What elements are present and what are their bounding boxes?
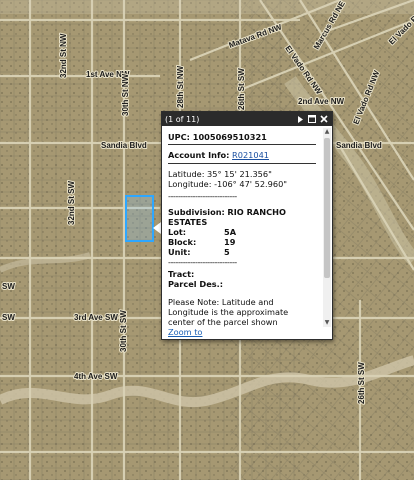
next-icon[interactable] (295, 114, 305, 124)
maximize-icon[interactable] (307, 114, 317, 124)
road-label-26th-st-nw: 26th St SW (237, 68, 246, 110)
upc-text: UPC: 1005069510321 (168, 132, 267, 142)
note-text: Please Note: Latitude and Longitude is t… (168, 297, 289, 327)
block-value: 19 (224, 237, 236, 247)
divider (168, 144, 316, 145)
scroll-down-icon[interactable]: ▼ (323, 319, 331, 327)
parcel-des-label: Parcel Des.: (168, 279, 224, 289)
road-label-30th-st-sw: 30th St SW (119, 310, 128, 352)
lot-row: Lot: 5A (168, 227, 316, 237)
popup-scrollbar[interactable]: ▲ ▼ (323, 128, 331, 327)
unit-label: Unit: (168, 247, 191, 257)
popup-body: UPC: 1005069510321 Account Info: R021041… (162, 126, 322, 327)
account-label: Account Info: (168, 150, 230, 160)
divider (168, 163, 316, 164)
unit-value: 5 (224, 247, 230, 257)
subdivision: Subdivision: RIO RANCHO ESTATES (168, 207, 316, 227)
road-label-sandia-left: Sandia Blvd (101, 141, 147, 150)
road-label-2nd-ave-nw: 2nd Ave NW (298, 97, 345, 106)
latitude-text: Latitude: 35° 15' 21.356" (168, 169, 272, 179)
unit-row: Unit: 5 (168, 247, 316, 257)
longitude-text: Longitude: -106° 47' 52.960" (168, 179, 288, 189)
road-label-4th-ave-sw: 4th Ave SW (74, 372, 118, 381)
close-icon[interactable] (319, 114, 329, 124)
road-label-26th-st-sw: 26th St SW (357, 362, 366, 404)
block-label: Block: (168, 237, 197, 247)
road-label-32nd-st-nw: 32nd St NW (59, 33, 68, 78)
tract-label: Tract: (168, 269, 195, 279)
dashes-divider-2: ---------------------------- (168, 257, 237, 267)
road-label-sw-left: SW (2, 282, 15, 291)
account-info: Account Info: R021041 (168, 150, 316, 160)
road-label-30th-st-nw: 30th St NW (121, 73, 130, 116)
popup-count: (1 of 11) (165, 114, 200, 124)
scroll-thumb[interactable] (324, 138, 330, 278)
dashes-divider: ---------------------------- (168, 191, 237, 201)
block-row: Block: 19 (168, 237, 316, 247)
lot-value: 5A (224, 227, 237, 237)
road-label-28th-st-nw: 28th St NW (176, 65, 185, 108)
zoom-to-link[interactable]: Zoom to (168, 327, 202, 337)
account-link[interactable]: R021041 (232, 150, 269, 160)
parcel-highlight[interactable] (125, 195, 154, 242)
info-popup: (1 of 11) UPC: 1005069510321 Account Inf… (161, 111, 333, 340)
road-label-3rd-ave-sw: 3rd Ave SW (74, 313, 118, 322)
popup-header: (1 of 11) (162, 112, 332, 126)
scroll-up-icon[interactable]: ▲ (323, 128, 331, 136)
road-label-32nd-st-sw: 32nd St SW (67, 181, 76, 225)
popup-pointer (153, 222, 161, 234)
road-label-sw-left-2: SW (2, 313, 15, 322)
road-label-sandia-right: Sandia Blvd (336, 141, 382, 150)
subdivision-label: Subdivision: (168, 207, 225, 217)
lot-label: Lot: (168, 227, 187, 237)
